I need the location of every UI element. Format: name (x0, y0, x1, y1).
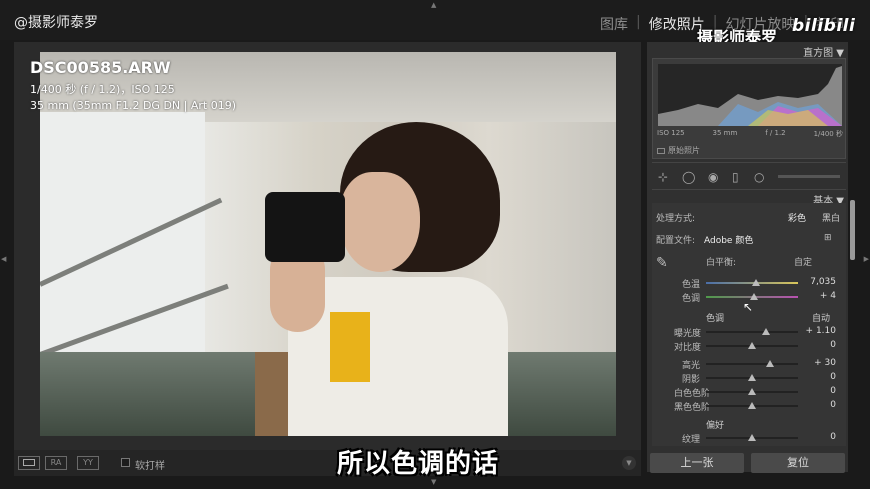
toolbar-menu-icon[interactable]: ▼ (622, 456, 636, 470)
tint-value[interactable]: + 4 (820, 291, 836, 301)
softproof-checkbox[interactable] (121, 458, 130, 467)
tint-label: 色调 (682, 294, 701, 304)
basic-panel: 处理方式: 彩色 黑白 配置文件: Adobe 颜色 ⊞ ✎ 白平衡: 自定 色… (652, 203, 846, 446)
crop-icon[interactable]: ⊹ (658, 170, 668, 184)
uploader-watermark: @摄影师泰罗 (14, 15, 98, 31)
shadows-value[interactable]: 0 (830, 372, 836, 382)
radial-filter-icon[interactable]: ○ (754, 170, 764, 184)
graduated-filter-icon[interactable]: ▯ (732, 170, 739, 184)
top-bar: @摄影师泰罗 ▲ 图库 | 修改照片 | 幻灯片放映 | 打印 摄影师泰罗 bi… (0, 0, 870, 47)
shadows-knob[interactable] (748, 374, 756, 381)
histogram-header[interactable]: 直方图 ▼ (803, 44, 844, 59)
highlights-knob[interactable] (766, 360, 774, 367)
histogram-focal: 35 mm (712, 129, 738, 137)
wb-select[interactable]: 自定 (794, 255, 812, 268)
texture-value[interactable]: 0 (830, 432, 836, 442)
shadows-label: 阴影 (682, 375, 701, 385)
exposure-value[interactable]: + 1.10 (806, 326, 836, 336)
photo-filename: DSC00585.ARW (30, 58, 171, 77)
blacks-slider[interactable] (706, 402, 798, 409)
contrast-slider[interactable] (706, 342, 798, 349)
presence-title: 偏好 (706, 421, 725, 431)
right-panel-toggle-icon[interactable]: ▶ (864, 255, 869, 263)
shadows-slider[interactable] (706, 374, 798, 381)
photo-exposure: 1/400 秒 (f / 1.2)，ISO 125 (30, 83, 175, 96)
treatment-bw-button[interactable]: 黑白 (822, 211, 840, 224)
loupe-view-button[interactable] (18, 456, 40, 470)
softproof-label: 软打样 (135, 461, 165, 472)
before-after-split-button[interactable]: YY (77, 456, 99, 470)
texture-slider[interactable] (706, 434, 798, 441)
histogram-shutter: 1/400 秒 (813, 130, 843, 138)
wb-label: 白平衡: (706, 258, 737, 268)
histogram-meta: ISO 125 35 mm f / 1.2 1/400 秒 (657, 129, 843, 139)
previous-button[interactable]: 上一张 (650, 453, 744, 473)
module-separator: | (636, 14, 641, 30)
whites-value[interactable]: 0 (830, 386, 836, 396)
right-panel-scrollbar[interactable] (850, 200, 855, 260)
highlights-slider[interactable] (706, 360, 798, 367)
contrast-value[interactable]: 0 (830, 340, 836, 350)
contrast-knob[interactable] (748, 342, 756, 349)
temp-label: 色温 (682, 280, 701, 290)
original-photo-icon (657, 147, 665, 154)
filmstrip-toggle-icon[interactable]: ▼ (431, 478, 436, 486)
contrast-label: 对比度 (674, 343, 702, 353)
temp-value[interactable]: 7,035 (810, 277, 836, 287)
highlights-label: 高光 (682, 361, 701, 371)
exposure-knob[interactable] (762, 328, 770, 335)
whites-knob[interactable] (748, 388, 756, 395)
blacks-value[interactable]: 0 (830, 400, 836, 410)
profile-label: 配置文件: (656, 236, 696, 246)
scene-face (340, 172, 420, 272)
brush-slider[interactable] (778, 175, 840, 178)
before-after-button[interactable]: RA (45, 456, 67, 470)
top-panel-toggle-icon[interactable]: ▲ (431, 1, 436, 9)
tint-slider[interactable] (706, 293, 798, 300)
scene-yellow-top (330, 312, 370, 382)
treatment-label: 处理方式: (656, 214, 696, 224)
histogram-iso: ISO 125 (657, 129, 685, 137)
texture-label: 纹理 (682, 435, 701, 445)
blacks-label: 黑色色阶 (674, 403, 711, 413)
left-panel-toggle-icon[interactable]: ◀ (1, 255, 6, 263)
exposure-slider[interactable] (706, 328, 798, 335)
bilibili-logo: bilibili (792, 16, 856, 36)
texture-knob[interactable] (748, 434, 756, 441)
module-library[interactable]: 图库 (600, 14, 628, 34)
highlights-value[interactable]: + 30 (814, 358, 836, 368)
spot-removal-icon[interactable]: ◯ (682, 170, 695, 184)
tool-strip: ⊹ ◯ ◉ ▯ ○ (652, 162, 846, 190)
whites-slider[interactable] (706, 388, 798, 395)
treatment-color-button[interactable]: 彩色 (788, 211, 806, 224)
auto-button[interactable]: 自动 (812, 311, 830, 324)
redeye-icon[interactable]: ◉ (708, 170, 718, 184)
scene-camera (265, 192, 345, 262)
histogram-plot (658, 64, 842, 126)
profile-select[interactable]: Adobe 颜色 (704, 233, 753, 246)
tone-title: 色调 (706, 314, 725, 324)
exposure-label: 曝光度 (674, 329, 702, 339)
profile-browser-icon[interactable]: ⊞ (824, 233, 832, 243)
eyedropper-icon[interactable]: ✎ (656, 255, 668, 271)
temp-knob[interactable] (752, 279, 760, 286)
original-photo-label: 原始照片 (668, 146, 700, 155)
temp-slider[interactable] (706, 279, 798, 286)
photo-info-overlay: DSC00585.ARW 1/400 秒 (f / 1.2)，ISO 125 3… (30, 58, 236, 112)
photo-lens: 35 mm (35mm F1.2 DG DN | Art 019) (30, 99, 236, 112)
blacks-knob[interactable] (748, 402, 756, 409)
video-subtitle: 所以色调的话 (337, 449, 500, 479)
histogram-aperture: f / 1.2 (765, 129, 786, 137)
whites-label: 白色色阶 (674, 389, 711, 399)
tint-knob[interactable] (750, 293, 758, 300)
histogram-panel: ISO 125 35 mm f / 1.2 1/400 秒 原始照片 (652, 58, 846, 159)
bottom-toolbar: RA YY 软打样 ▼ (14, 450, 641, 476)
loupe-icon (23, 459, 35, 466)
mouse-cursor-icon: ↖ (743, 300, 754, 314)
reset-button[interactable]: 复位 (751, 453, 845, 473)
original-photo-toggle[interactable]: 原始照片 (657, 145, 700, 156)
